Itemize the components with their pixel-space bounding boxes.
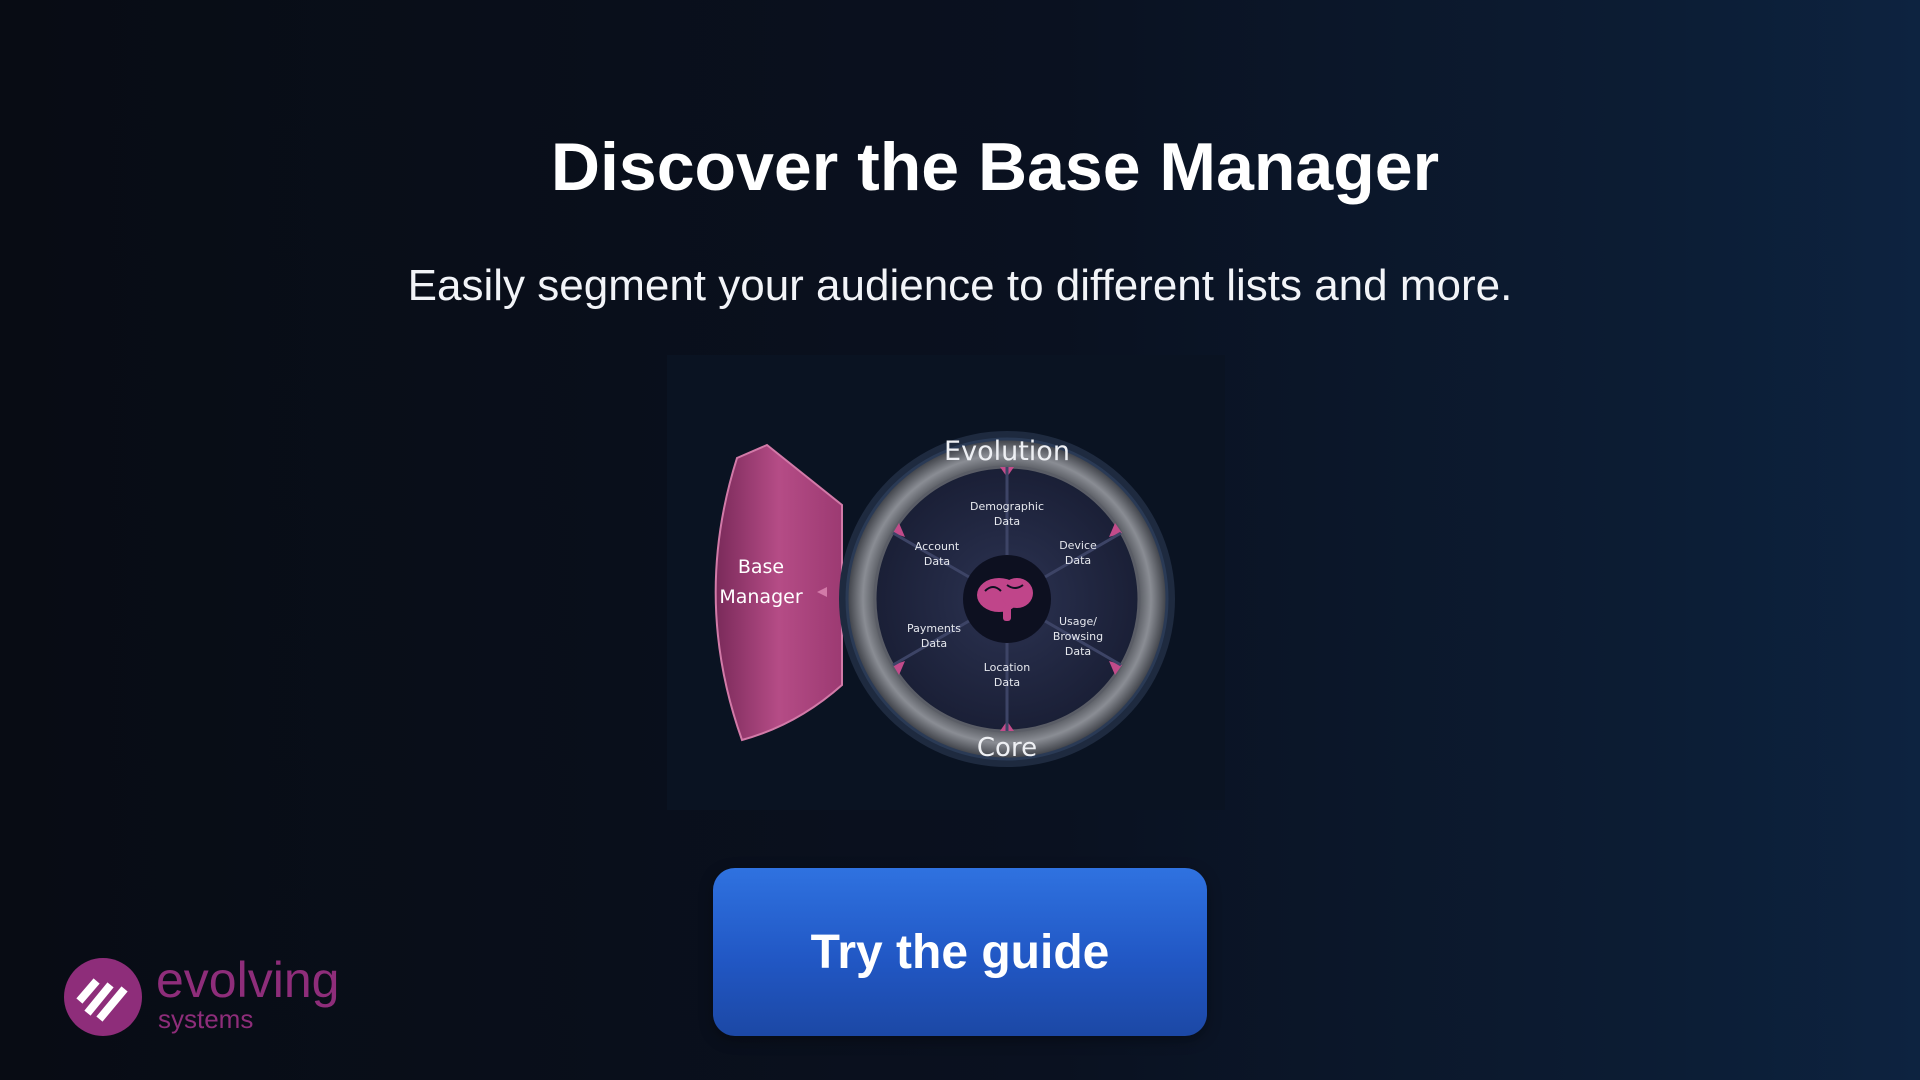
segment-usage-line1: Usage/: [1059, 615, 1097, 628]
segment-usage-line2: Browsing: [1053, 630, 1103, 643]
evolving-systems-logo-icon: [64, 958, 142, 1036]
logo-wordmark: evolving: [156, 952, 340, 1008]
segment-payments-line1: Payments: [907, 622, 961, 635]
segment-device-line2: Data: [1065, 554, 1091, 567]
segment-usage-line3: Data: [1065, 645, 1091, 658]
evolving-systems-logo[interactable]: evolving systems: [64, 952, 384, 1048]
base-manager-diagram: Base Manager Evolution Core Demographic …: [667, 355, 1225, 810]
segment-location-line2: Data: [994, 676, 1020, 689]
segment-demographic-line1: Demographic: [970, 500, 1044, 513]
page-subtitle: Easily segment your audience to differen…: [407, 261, 1513, 310]
logo-subword: systems: [158, 1004, 254, 1034]
page-title: Discover the Base Manager: [550, 129, 1440, 205]
segment-location-line1: Location: [984, 661, 1031, 674]
try-the-guide-button[interactable]: Try the guide: [713, 868, 1207, 1036]
segment-account-line2: Data: [924, 555, 950, 568]
segment-demographic-line2: Data: [994, 515, 1020, 528]
ring-label-evolution: Evolution: [944, 436, 1070, 467]
segment-device-line1: Device: [1059, 539, 1097, 552]
segment-payments-line2: Data: [921, 637, 947, 650]
segment-account-line1: Account: [915, 540, 960, 553]
base-manager-label-line2: Manager: [719, 586, 802, 608]
ring-label-core: Core: [977, 733, 1037, 763]
base-manager-label-line1: Base: [738, 556, 784, 578]
